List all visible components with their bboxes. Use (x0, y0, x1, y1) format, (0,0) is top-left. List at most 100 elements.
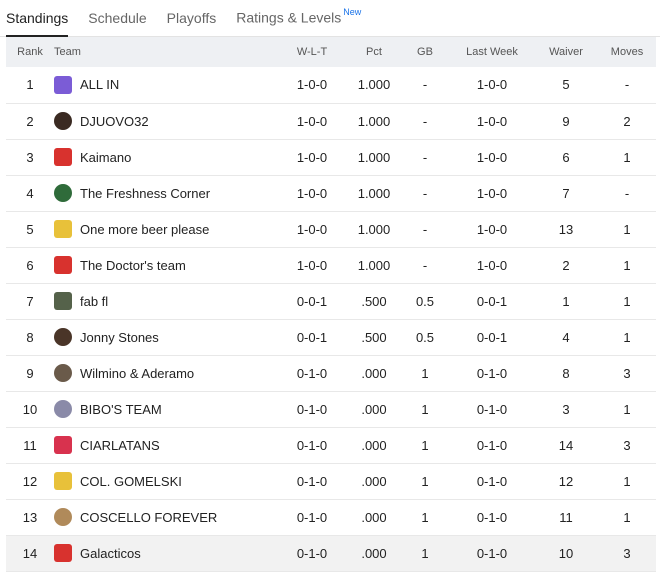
tab-label: Playoffs (166, 10, 217, 26)
cell-last-week: 1-0-0 (476, 77, 508, 93)
cell-rank: 9 (26, 365, 34, 381)
team-name-link[interactable]: Galacticos (80, 546, 141, 561)
team-name-link[interactable]: COSCELLO FOREVER (80, 510, 217, 525)
team-logo-icon[interactable] (54, 148, 72, 166)
cell-wlt: 0-1-0 (296, 545, 328, 561)
team-name-link[interactable]: One more beer please (80, 222, 209, 237)
table-row[interactable]: 8 Jonny Stones 0-0-1 .500 0.5 0-0-1 4 1 (6, 319, 656, 355)
team-jersey-icon[interactable] (54, 472, 72, 490)
table-row[interactable]: 10 BIBO'S TEAM 0-1-0 .000 1 0-1-0 3 1 (6, 391, 656, 427)
header-wlt[interactable]: W-L-T (276, 37, 348, 67)
cell-gb: - (422, 185, 428, 201)
tab-standings[interactable]: Standings (6, 10, 69, 37)
table-row[interactable]: 3 Kaimano 1-0-0 1.000 - 1-0-0 6 1 (6, 139, 656, 175)
table-row[interactable]: 12 COL. GOMELSKI 0-1-0 .000 1 0-1-0 12 1 (6, 463, 656, 499)
team-name-link[interactable]: fab fl (80, 294, 108, 309)
table-row[interactable]: 13 COSCELLO FOREVER 0-1-0.000 1 0-1-0 11 1 (6, 499, 656, 535)
cell-moves: 3 (623, 545, 631, 561)
table-row[interactable]: 4 The Freshness Corner 1-0-0 1.000 - 1-0-0 7 - (6, 175, 656, 211)
cell-last-week: 0-1-0 (476, 509, 508, 525)
tab-bar: Standings Schedule Playoffs Ratings & Level… (0, 0, 660, 37)
team-jersey-icon[interactable] (54, 544, 72, 562)
cell-gb: 0.5 (415, 293, 435, 309)
cell-gb: - (422, 77, 428, 93)
cell-last-week: 1-0-0 (476, 149, 508, 165)
cell-rank: 2 (26, 113, 34, 129)
team-name-link[interactable]: CIARLATANS (80, 438, 160, 453)
cell-pct: .000 (361, 509, 387, 525)
cell-wlt: 0-1-0 (296, 473, 328, 489)
table-row[interactable]: 2 DJUOVO32 1-0-0 1.000 - 1-0-0 9 2 (6, 103, 656, 139)
cell-waiver: 11 (559, 509, 573, 525)
team-name-link[interactable]: ALL IN (80, 77, 119, 92)
header-team[interactable]: Team (54, 37, 276, 67)
team-jersey-icon[interactable] (54, 292, 72, 310)
team-avatar-icon[interactable] (54, 184, 72, 202)
cell-last-week: 0-0-1 (476, 293, 508, 309)
cell-pct: .000 (361, 401, 387, 417)
team-name-link[interactable]: Wilmino & Aderamo (80, 366, 194, 381)
team-avatar-icon[interactable] (54, 508, 72, 526)
cell-last-week: 1-0-0 (476, 221, 508, 237)
cell-moves: 1 (623, 329, 631, 345)
cell-wlt: 0-1-0 (296, 509, 328, 525)
team-name-link[interactable]: Jonny Stones (80, 330, 159, 345)
cell-moves: - (624, 185, 630, 201)
cell-team: The Doctor's team (54, 247, 276, 283)
cell-team: CIARLATANS (54, 427, 276, 463)
team-name-link[interactable]: DJUOVO32 (80, 114, 149, 129)
cell-waiver: 12 (558, 473, 574, 489)
cell-team: BIBO'S TEAM (54, 391, 276, 427)
header-gb[interactable]: GB (400, 37, 450, 67)
table-row[interactable]: 14 Galacticos 0-1-0 .000 1 0-1-0 10 3 (6, 535, 656, 571)
header-waiver[interactable]: Waiver (534, 37, 598, 67)
cell-gb: 1 (421, 545, 429, 561)
cell-gb: 1 (421, 401, 429, 417)
cell-last-week: 1-0-0 (476, 185, 508, 201)
team-jersey-icon[interactable] (54, 220, 72, 238)
cell-rank: 1 (26, 77, 34, 93)
cell-last-week: 0-1-0 (476, 365, 508, 381)
team-name-link[interactable]: Kaimano (80, 150, 131, 165)
cell-waiver: 14 (558, 437, 574, 453)
team-name-link[interactable]: The Freshness Corner (80, 186, 210, 201)
active-tab-indicator (6, 35, 69, 37)
team-name-link[interactable]: BIBO'S TEAM (80, 402, 162, 417)
cell-rank: 5 (26, 221, 34, 237)
header-last-week[interactable]: Last Week (450, 37, 534, 67)
cell-pct: .000 (361, 545, 387, 561)
table-row[interactable]: 11 CIARLATANS 0-1-0 .000 1 0-1-0 14 3 (6, 427, 656, 463)
team-name-link[interactable]: The Doctor's team (80, 258, 186, 273)
cell-pct: 1.000 (357, 257, 391, 273)
cell-rank: 10 (22, 401, 38, 417)
table-header-row: Rank Team W-L-T Pct GB Last Week Waiver … (6, 37, 656, 67)
tab-playoffs[interactable]: Playoffs (167, 10, 217, 36)
table-row[interactable]: 7 fab fl 0-0-1 .500 0.5 0-0-1 1 1 (6, 283, 656, 319)
header-rank[interactable]: Rank (6, 37, 54, 67)
header-pct[interactable]: Pct (348, 37, 400, 67)
team-jersey-icon[interactable] (54, 256, 72, 274)
cell-pct: .000 (361, 473, 387, 489)
tab-ratings-levels[interactable]: Ratings & Levels New (236, 7, 362, 36)
team-name-link[interactable]: COL. GOMELSKI (80, 474, 182, 489)
cell-last-week: 0-1-0 (476, 545, 508, 561)
cell-wlt: 1-0-0 (296, 149, 328, 165)
header-moves[interactable]: Moves (598, 37, 656, 67)
team-avatar-icon[interactable] (54, 328, 72, 346)
team-badge-icon[interactable] (54, 400, 72, 418)
team-avatar-icon[interactable] (54, 112, 72, 130)
cell-wlt: 1-0-0 (296, 185, 328, 201)
tab-schedule[interactable]: Schedule (88, 10, 146, 36)
cell-gb: - (422, 257, 428, 273)
cell-moves: 3 (623, 437, 631, 453)
team-avatar-icon[interactable] (54, 364, 72, 382)
cell-waiver: 2 (562, 257, 570, 273)
cell-rank: 8 (26, 329, 34, 345)
table-row[interactable]: 1 ALL IN 1-0-0 1.000 - 1-0-0 5 - (6, 67, 656, 103)
team-jersey-icon[interactable] (54, 436, 72, 454)
table-row[interactable]: 9 Wilmino & Aderamo 0-1-0 .000 1 0-1-0 8 3 (6, 355, 656, 391)
table-row[interactable]: 5 One more beer please 1-0-0 1.000 - 1-0-0 13 1 (6, 211, 656, 247)
table-row[interactable]: 6 The Doctor's team 1-0-0 1.000 - 1-0-0 2 1 (6, 247, 656, 283)
team-jersey-icon[interactable] (54, 75, 72, 94)
new-badge: New (343, 7, 362, 18)
